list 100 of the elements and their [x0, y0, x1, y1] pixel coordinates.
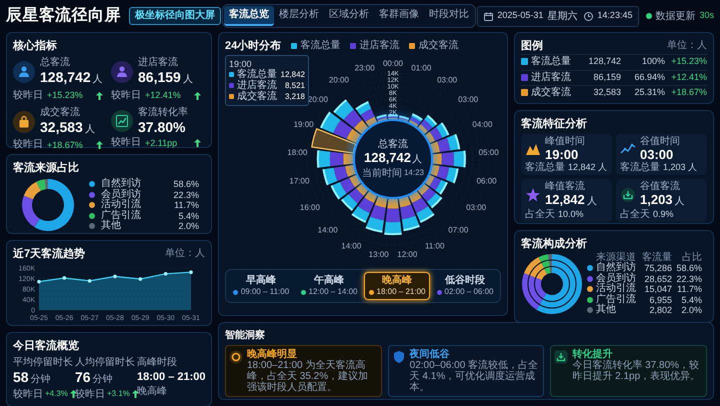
change-value: +18.67%	[670, 86, 707, 99]
center-label: 总客流	[378, 139, 408, 150]
table-cell-text: 15,047	[643, 284, 672, 294]
unit-text: 人	[84, 122, 95, 136]
period-tab[interactable]: 低谷时段 02:00 – 06:00	[432, 272, 498, 300]
period-tab[interactable]: 晚高峰 18:00 – 21:00	[364, 272, 430, 300]
nav-tab[interactable]: 楼层分析	[274, 6, 324, 26]
legend-value: 32,583	[592, 86, 621, 99]
stat-value: 19:00	[545, 147, 578, 162]
period-label: 晚高峰	[382, 275, 412, 287]
page-title: 辰星客流径向屏	[6, 5, 121, 26]
hour-label: 14:00	[318, 225, 338, 234]
tray-icon	[620, 187, 636, 203]
legend-label: 成交客流	[418, 40, 458, 52]
sub-value: 0.9%	[653, 209, 674, 220]
table-cell-text: 自然到访	[596, 263, 637, 273]
stat-label: 平均停留时长	[13, 357, 73, 369]
insight-title: 转化提升	[572, 349, 612, 360]
stat-label: 谷值客流	[640, 181, 681, 192]
legend-label: 进店客流	[531, 72, 572, 83]
stat-label: 峰值时间	[545, 136, 585, 147]
insight-text: 02:00–06:00 客流较低，占全天 4.1%，可优化调度运营成本。	[410, 360, 540, 393]
insight-text: 今日客流转化率 37.80%，较昨日提升 2.1pp，表现优异。	[572, 360, 702, 382]
nav-tab[interactable]: 时段对比	[424, 6, 474, 26]
arrow-up-icon	[132, 390, 139, 398]
sub-label: 占全天	[525, 209, 555, 220]
data-point	[164, 272, 168, 276]
arrow-up-icon	[194, 139, 201, 148]
weekday-text: 星期六	[547, 10, 578, 24]
panel-title: 近7天客流趋势	[13, 247, 86, 261]
unit-text: 人	[92, 73, 103, 87]
hour-label: 13:00	[368, 250, 389, 259]
chart-icon	[111, 110, 133, 132]
compare-label: 较昨日	[13, 90, 43, 102]
tooltip-label: 客流总量	[237, 70, 277, 80]
legend-label: 其他	[101, 221, 121, 231]
tooltip-label: 进店客流	[237, 80, 277, 90]
legend-swatch	[229, 72, 234, 77]
legend-label: 广告引流	[101, 210, 141, 220]
period-range: 18:00 – 21:00	[376, 287, 426, 297]
hour-label: 11:00	[424, 242, 444, 250]
data-point	[62, 276, 66, 280]
hour-label: 23:00	[354, 63, 375, 72]
unit-text: 分钟	[30, 372, 51, 387]
unit-label: 单位：人	[165, 247, 205, 261]
data-point	[88, 279, 92, 283]
insight-title: 晚高峰明显	[247, 349, 298, 360]
period-label: 午高峰	[314, 275, 344, 287]
update-interval: 30s	[699, 9, 714, 22]
hour-label: 19:00	[294, 120, 314, 129]
table-cell-text: 活动引流	[596, 284, 637, 294]
hour-label: 14:00	[341, 242, 362, 250]
hour-label: 20:00	[328, 76, 349, 85]
data-point	[138, 277, 142, 281]
hour-label: 03:00	[458, 95, 478, 104]
period-label: 早高峰	[246, 275, 276, 287]
legend-label: 活动引流	[101, 200, 141, 210]
period-tab[interactable]: 早高峰 09:00 – 11:00	[228, 272, 294, 300]
legend-label: 客流总量	[300, 40, 340, 52]
legend-label: 进店客流	[359, 40, 400, 52]
panel-title: 客流特征分析	[521, 117, 587, 131]
share-value: 100%	[640, 55, 665, 68]
share-value: 25.31%	[633, 86, 665, 99]
table-cell-text: 75,286	[643, 263, 672, 274]
stat-value: 1,203	[640, 192, 673, 207]
unit-text: 人	[674, 195, 685, 209]
panel-title: 核心指标	[13, 39, 57, 53]
hour-label: 12:00	[397, 250, 418, 259]
clock-icon	[584, 12, 594, 20]
hour-label: 20:00	[308, 95, 328, 104]
sub-value: 10.0%	[558, 209, 584, 220]
sub-label: 占全天	[620, 209, 650, 220]
panel-title: 智能洞察	[225, 329, 266, 342]
nav-tab[interactable]: 区域分析	[324, 6, 374, 26]
tooltip-value: 8,521	[284, 80, 305, 92]
arrow-up-icon	[194, 92, 201, 100]
hour-label: 01:00	[411, 63, 432, 72]
legend-value: 5.4%	[178, 210, 199, 220]
table-cell-text: 58.6%	[675, 263, 702, 274]
nav-tab[interactable]: 客流总览	[224, 6, 274, 26]
title-badge: 极坐标径向图大屏	[128, 7, 221, 25]
arrow-up-icon	[96, 141, 103, 150]
unit-text: 人	[412, 153, 422, 167]
period-tab[interactable]: 午高峰 12:00 – 14:00	[296, 272, 362, 300]
legend-value: 22.3%	[173, 190, 199, 200]
period-range: 02:00 – 06:00	[444, 287, 494, 297]
time-text: 14:23:45	[597, 9, 632, 22]
table-cell-text: 28,652	[643, 274, 672, 284]
legend-label: 客流总量	[531, 56, 572, 68]
column-header: 占比	[681, 253, 702, 263]
sub-value: 12,842 人	[568, 162, 608, 173]
sub-value: 1,203 人	[663, 162, 698, 173]
nav-tab[interactable]: 客群画像	[374, 6, 424, 26]
hour-label: 03:00	[466, 203, 486, 212]
compare-label: 较昨日	[111, 90, 141, 102]
legend-label: 自然到访	[101, 179, 141, 189]
tooltip-label: 成交客流	[237, 92, 277, 102]
change-value: +12.41%	[145, 89, 181, 102]
metric-label: 成交客流	[40, 106, 81, 118]
panel-title: 今日客流概览	[13, 339, 79, 353]
